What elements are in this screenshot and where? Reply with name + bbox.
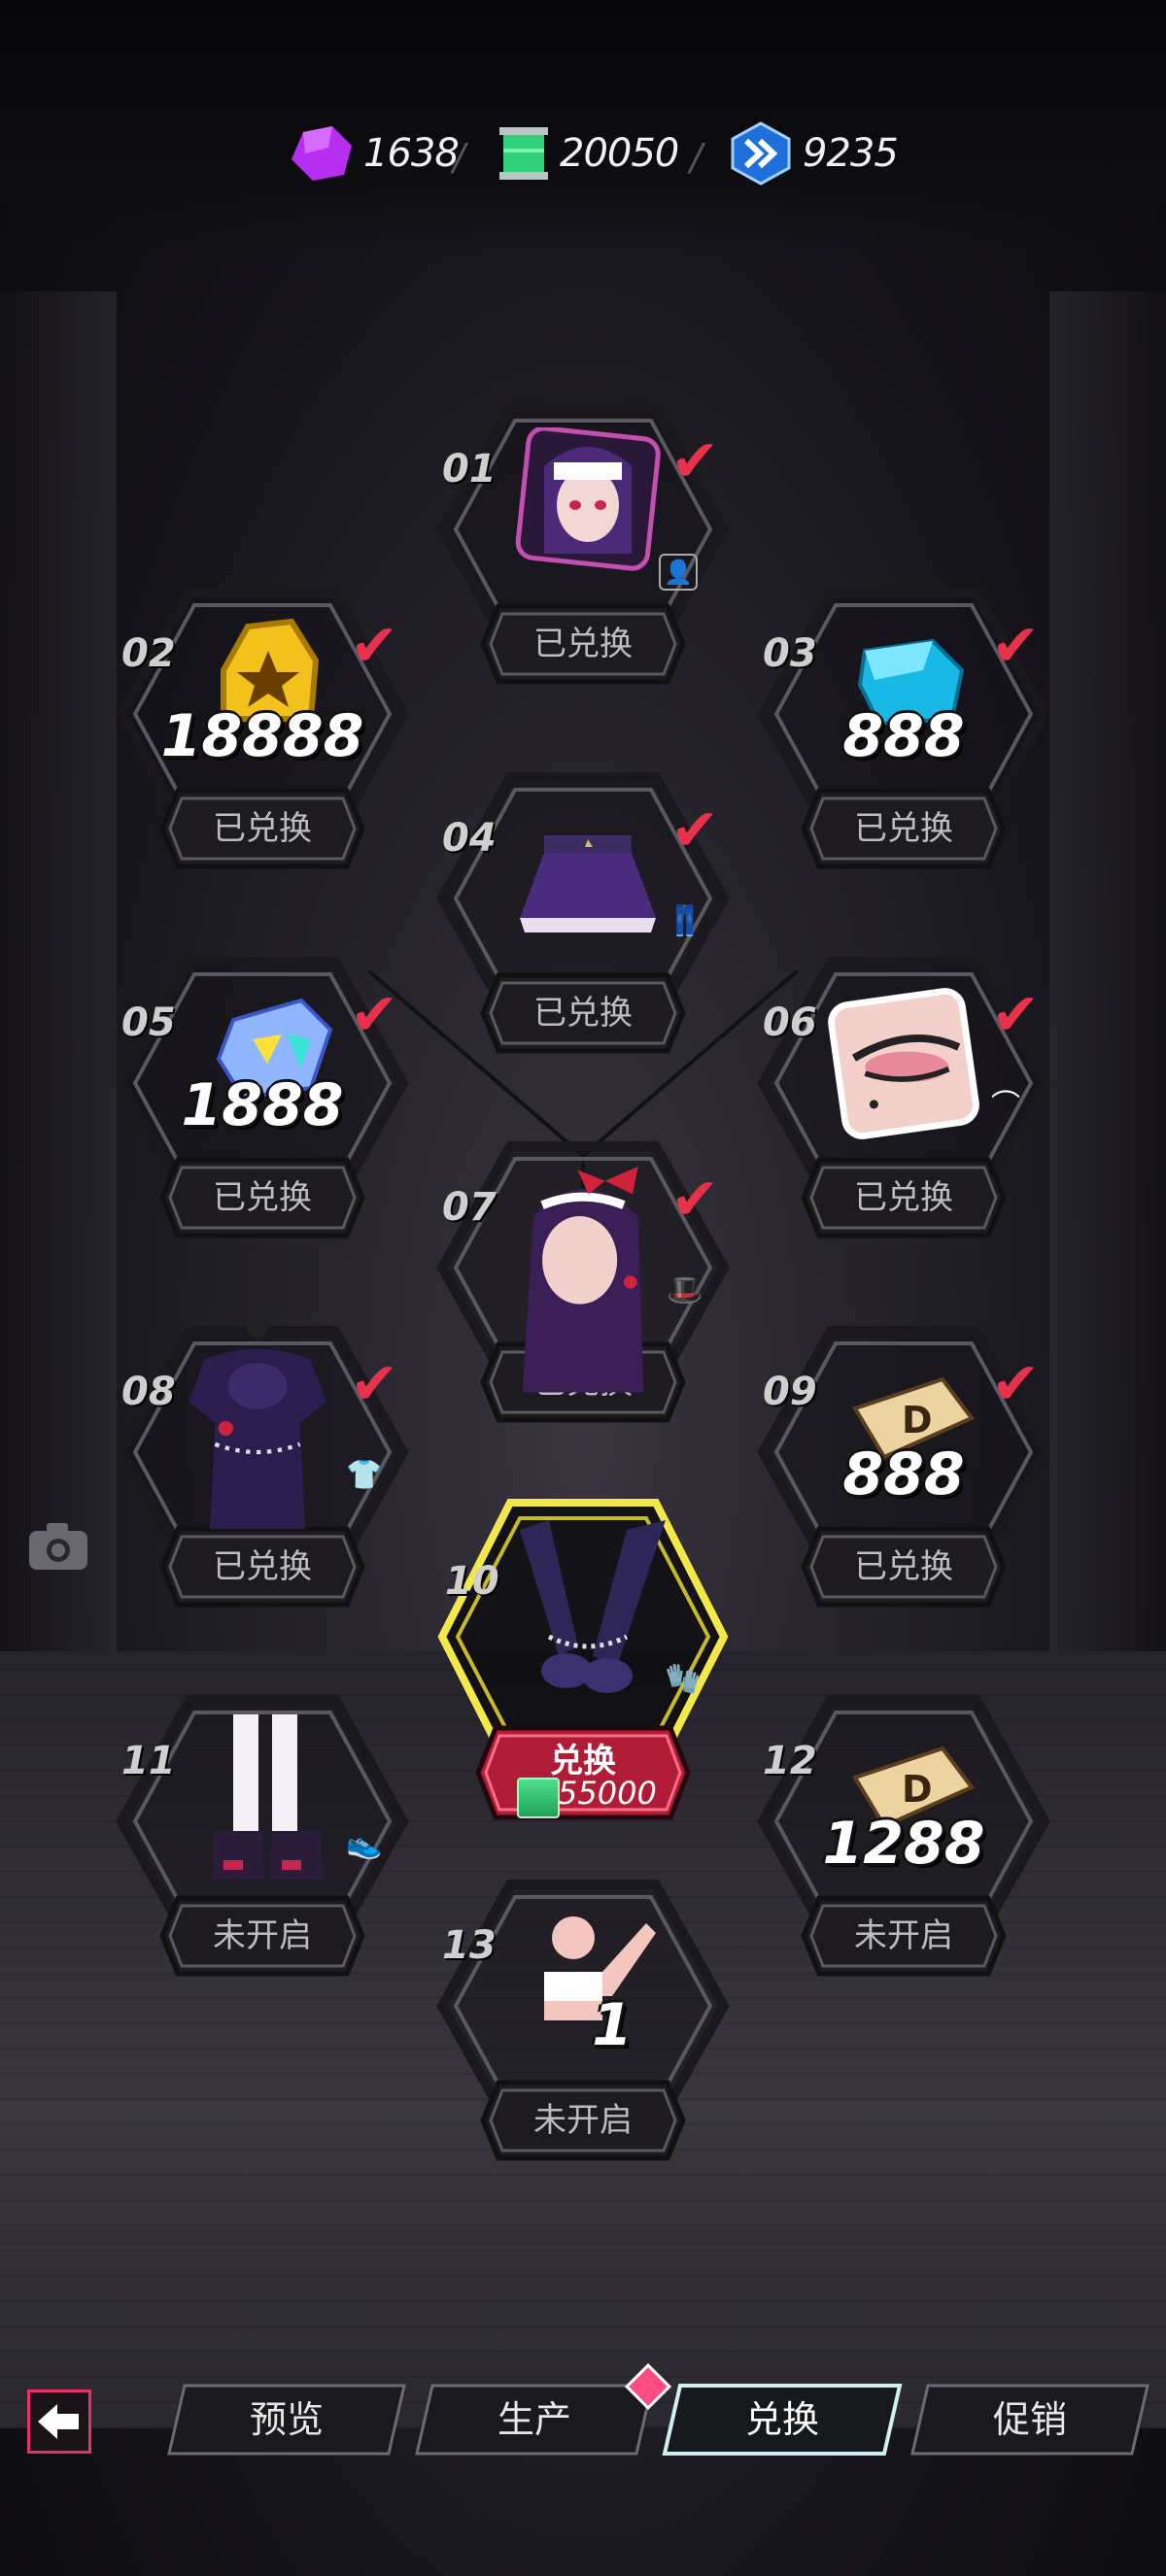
node-number: 11	[121, 1739, 176, 1783]
reward-node-13[interactable]: 13 1 未开启	[423, 1870, 743, 2190]
check-icon: ✔	[350, 981, 399, 1049]
shirt-icon: 👕	[346, 1458, 383, 1492]
tab-promotion[interactable]: 促销	[909, 2382, 1151, 2457]
locked-button: 未开启	[479, 2079, 687, 2162]
check-icon: ✔	[350, 612, 399, 680]
redeemed-label: 已兑换	[213, 1178, 312, 1217]
avatar-portrait-image	[515, 427, 661, 571]
redeemed-label: 已兑换	[854, 1547, 953, 1586]
shoe-icon: 👟	[346, 1827, 383, 1861]
reward-amount: 888	[842, 702, 965, 770]
node-number: 06	[763, 1000, 817, 1045]
green-scroll-icon	[517, 1778, 560, 1818]
crystal-amount: 1638	[363, 131, 460, 176]
redeemed-label: 已兑换	[854, 809, 953, 848]
purple-crystal-icon	[292, 126, 352, 181]
blue-chevron-badge-icon	[731, 121, 791, 186]
check-icon: ✔	[670, 427, 720, 495]
eye-icon: ⌒	[991, 1089, 1020, 1123]
redeem-button[interactable]: 兑换 55000	[474, 1724, 692, 1821]
node-number: 01	[442, 447, 497, 491]
reward-amount: 18888	[160, 702, 364, 770]
currency-separator: /	[690, 136, 703, 179]
node-number: 04	[442, 816, 497, 861]
purple-skirt-image	[520, 835, 656, 932]
profile-icon: 👤	[659, 554, 698, 591]
redeemed-label: 已兑换	[533, 625, 633, 663]
redeem-cost: 55000	[558, 1775, 657, 1812]
purple-gloves-image	[520, 1520, 666, 1693]
pose-badge: 1	[592, 1991, 633, 2059]
reward-node-09[interactable]: 09 D 888 ✔ 已兑换	[743, 1316, 1064, 1637]
tab-production[interactable]: 生产	[413, 2382, 656, 2457]
svg-text:D: D	[902, 1768, 933, 1811]
redeemed-label: 已兑换	[533, 994, 633, 1033]
back-button[interactable]	[27, 2390, 91, 2454]
pants-icon: 👖	[667, 904, 703, 938]
reward-node-07[interactable]: 07 已兑换 ✔ 🎩	[423, 1132, 743, 1452]
tab-label: 促销	[992, 2398, 1067, 2441]
reward-amount: 1888	[181, 1071, 344, 1139]
crystal-currency: 1638	[290, 124, 460, 183]
locked-label: 未开启	[533, 2101, 633, 2140]
node-number: 13	[442, 1923, 497, 1968]
redeemed-button: 已兑换	[158, 1156, 366, 1239]
green-scroll-icon	[499, 127, 548, 180]
reward-node-06[interactable]: 06 ✔ ⌒ 已兑换	[743, 947, 1064, 1268]
reward-node-04[interactable]: 04 ✔ 👖 已兑换	[423, 763, 743, 1083]
tab-label: 预览	[249, 2398, 324, 2441]
svg-text:D: D	[902, 1399, 933, 1441]
tab-exchange[interactable]: 兑换	[661, 2382, 904, 2457]
reward-node-01[interactable]: 01 ✔ 👤 已兑换	[423, 393, 743, 714]
purple-dress-image	[189, 1316, 326, 1530]
check-icon: ✔	[991, 981, 1041, 1049]
ticket-amount: 9235	[803, 131, 899, 176]
check-icon: ✔	[991, 1350, 1041, 1418]
reward-node-08[interactable]: 08 已兑换 ✔ 👕	[102, 1316, 423, 1637]
film-amount: 20050	[560, 131, 679, 176]
tab-label: 兑换	[744, 2398, 819, 2441]
hat-icon: 🎩	[667, 1273, 703, 1307]
node-number: 03	[763, 631, 817, 676]
node-number: 12	[763, 1739, 817, 1783]
tab-label: 生产	[497, 2398, 571, 2441]
redeemed-button: 已兑换	[158, 787, 366, 870]
check-icon: ✔	[350, 1350, 399, 1418]
redeemed-button: 已兑换	[479, 602, 687, 686]
node-number: 09	[763, 1370, 817, 1414]
node-number: 05	[121, 1000, 176, 1045]
locked-label: 未开启	[213, 1916, 312, 1955]
reward-node-02[interactable]: 02 18888 ✔ 已兑换	[102, 578, 423, 898]
reward-node-11[interactable]: 11 👟 未开启	[102, 1685, 423, 2006]
locked-label: 未开启	[854, 1916, 953, 1955]
purple-hair-bow-image	[522, 1167, 644, 1393]
locked-button: 未开启	[158, 1894, 366, 1978]
node-number: 02	[121, 631, 176, 676]
tab-preview[interactable]: 预览	[165, 2382, 408, 2457]
reward-amount: 888	[842, 1441, 965, 1508]
redeemed-label: 已兑换	[213, 809, 312, 848]
white-stockings-shoes-image	[212, 1714, 323, 1880]
redeemed-button: 已兑换	[800, 1156, 1008, 1239]
reward-amount: 1288	[822, 1810, 985, 1878]
currency-separator: /	[453, 136, 465, 179]
glove-icon: 🧤	[665, 1662, 702, 1696]
check-icon: ✔	[670, 797, 720, 864]
check-icon: ✔	[670, 1166, 720, 1234]
redeemed-button: 已兑换	[800, 1525, 1008, 1609]
reward-node-05[interactable]: 05 1888 ✔ 已兑换	[102, 947, 423, 1268]
eye-makeup-image	[828, 988, 979, 1139]
redeemed-label: 已兑换	[854, 1178, 953, 1217]
ticket-currency: 9235	[729, 121, 899, 186]
reward-node-12[interactable]: 12 D 1288 未开启	[743, 1685, 1064, 2006]
node-number: 07	[442, 1185, 497, 1230]
check-icon: ✔	[991, 612, 1041, 680]
locked-button: 未开启	[800, 1894, 1008, 1978]
redeemed-button: 已兑换	[800, 787, 1008, 870]
reward-node-03[interactable]: 03 888 ✔ 已兑换	[743, 578, 1064, 898]
redeemed-button: 已兑换	[479, 971, 687, 1055]
film-currency: 20050	[497, 124, 679, 183]
arrow-left-icon	[38, 2404, 79, 2439]
camera-icon[interactable]	[27, 1521, 89, 1572]
